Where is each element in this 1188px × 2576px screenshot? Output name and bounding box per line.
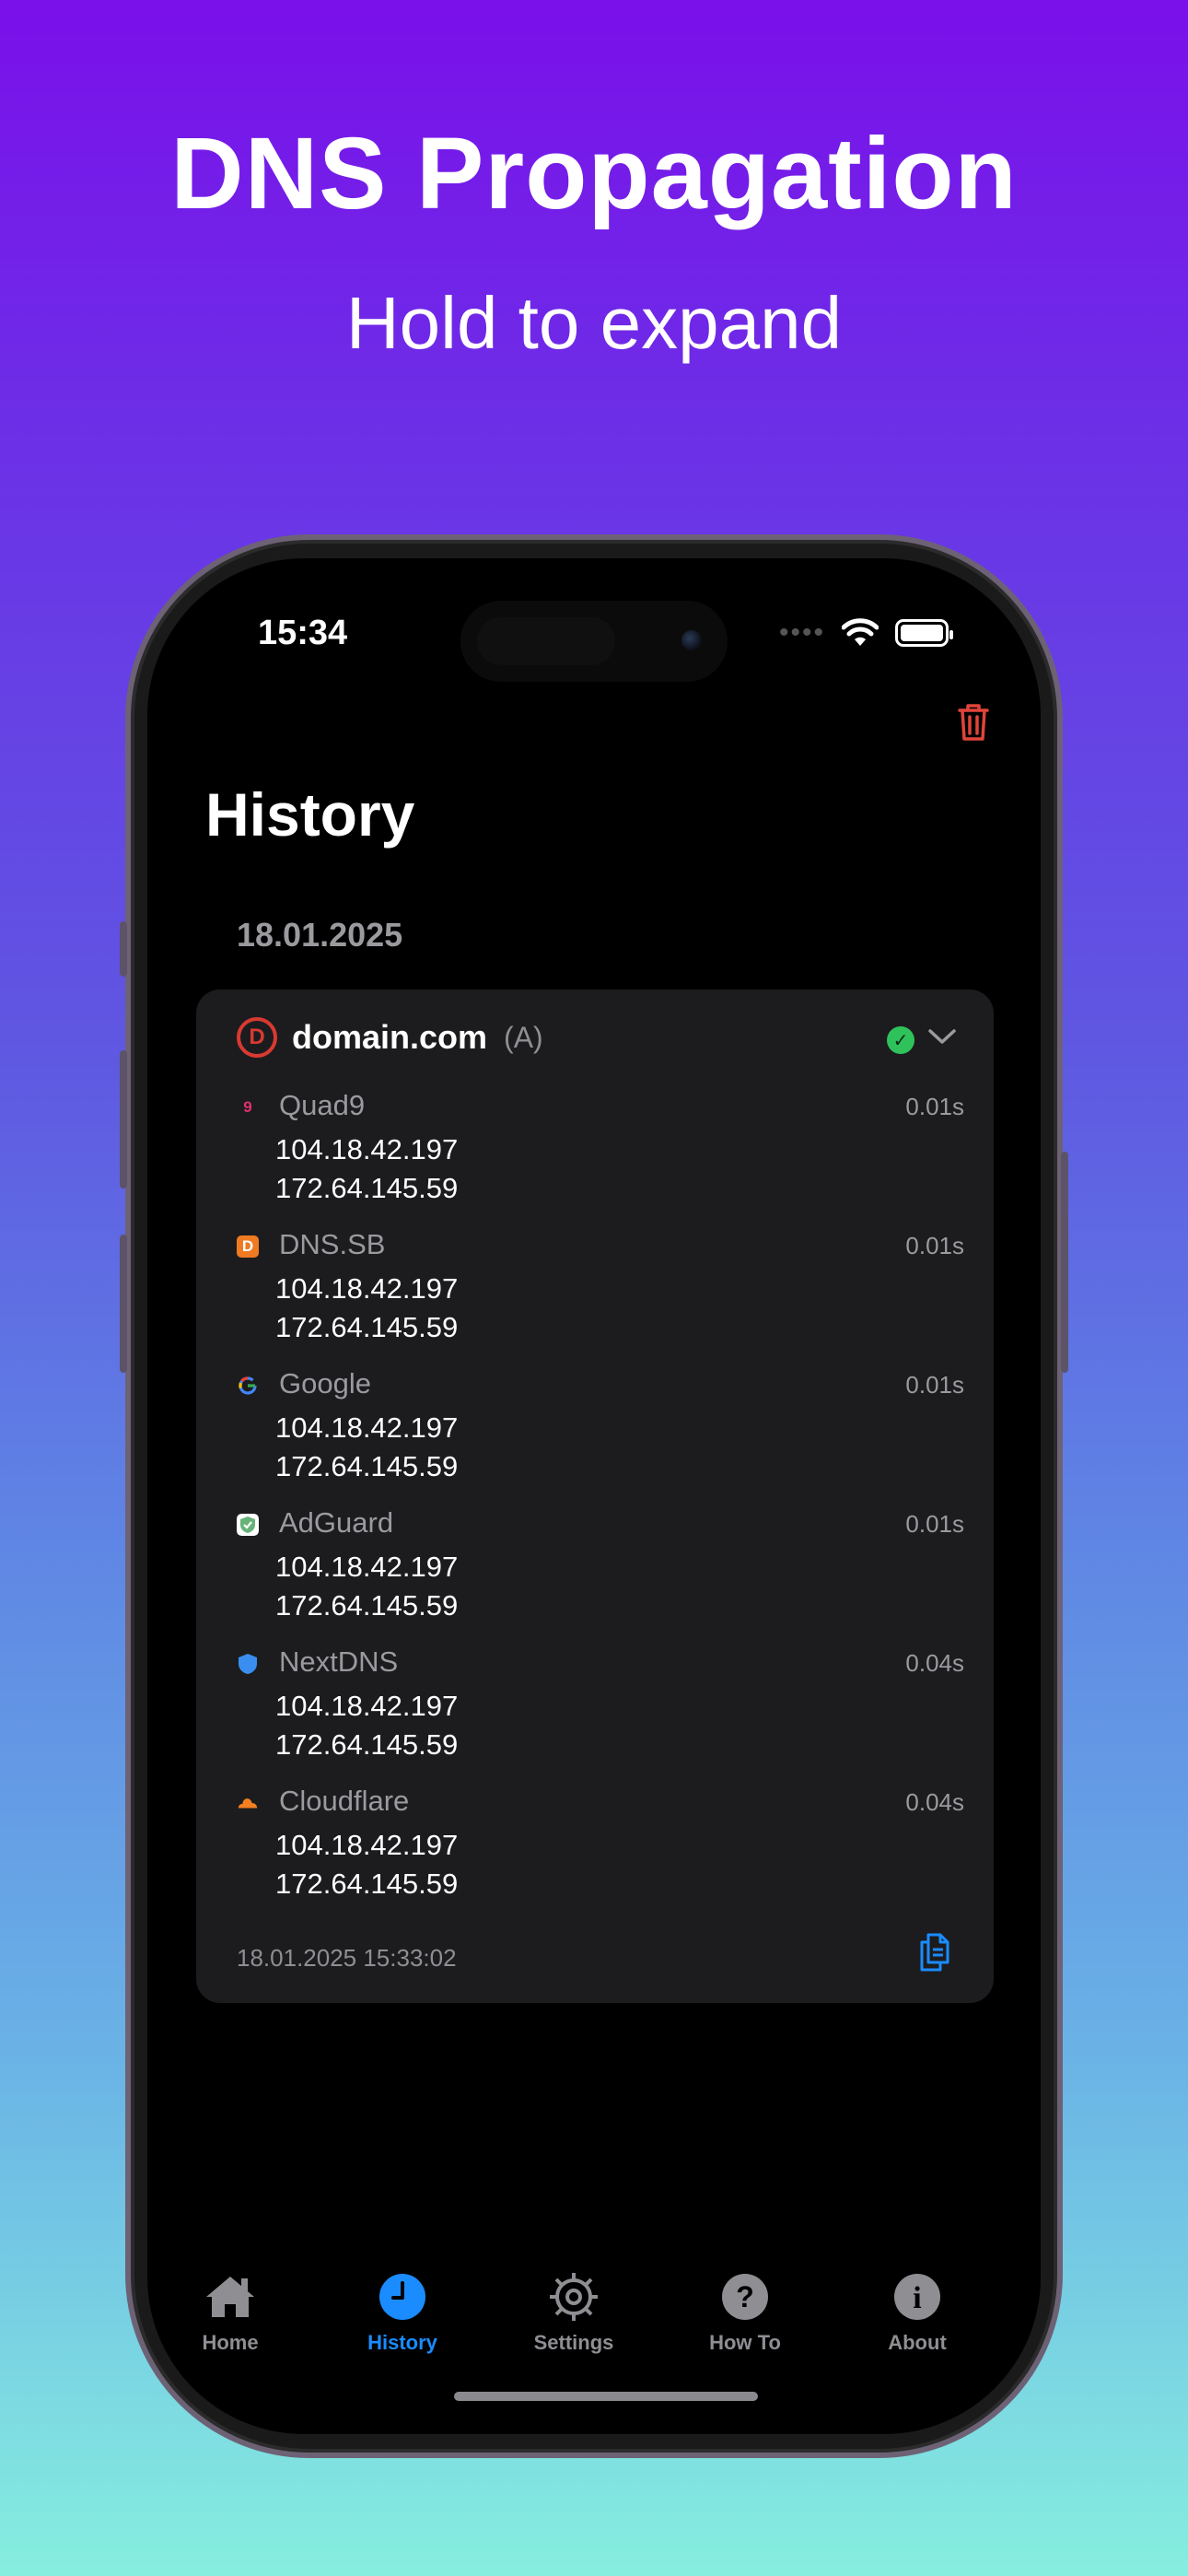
dnssb-icon: D xyxy=(237,1235,259,1258)
resolver-time: 0.01s xyxy=(905,1371,964,1399)
resolver-time: 0.01s xyxy=(905,1232,964,1259)
tab-bar: Home History Settings ? How To i About xyxy=(147,2270,1041,2381)
history-entry-card[interactable]: D domain.com (A) ✓ 9 Quad9 0.01s 104.18.… xyxy=(196,989,994,2003)
wifi-icon xyxy=(842,618,879,646)
tab-label: Settings xyxy=(533,2331,614,2354)
tab-label: History xyxy=(367,2331,437,2354)
ip-address: 172.64.145.59 xyxy=(275,1589,459,1622)
resolver-time: 0.04s xyxy=(905,1649,964,1677)
entry-timestamp: 18.01.2025 15:33:02 xyxy=(237,1944,457,1972)
tab-settings[interactable]: Settings xyxy=(514,2270,634,2355)
mute-switch xyxy=(120,921,127,977)
record-type: (A) xyxy=(504,1020,543,1054)
status-icons: •••• xyxy=(778,617,953,649)
tab-label: How To xyxy=(709,2331,781,2354)
ip-address: 104.18.42.197 xyxy=(275,1411,459,1444)
resolver-row-google: Google 0.01s 104.18.42.197 172.64.145.59 xyxy=(237,1365,964,1504)
ip-address: 104.18.42.197 xyxy=(275,1829,459,1861)
resolver-name: Cloudflare xyxy=(279,1785,410,1817)
tab-label: Home xyxy=(202,2331,259,2354)
svg-text:?: ? xyxy=(736,2280,754,2313)
phone-screen: 15:34 •••• History 18.01.2025 D domain.c… xyxy=(147,558,1041,2434)
tab-home[interactable]: Home xyxy=(170,2270,290,2355)
svg-text:i: i xyxy=(913,2281,921,2315)
trash-icon[interactable] xyxy=(957,702,990,743)
resolver-name: AdGuard xyxy=(279,1506,394,1539)
nextdns-icon xyxy=(239,1654,257,1674)
ip-address: 172.64.145.59 xyxy=(275,1868,459,1900)
ip-address: 172.64.145.59 xyxy=(275,1311,459,1343)
domain-logo-icon: D xyxy=(237,1017,277,1058)
battery-icon xyxy=(895,619,953,647)
date-section-header: 18.01.2025 xyxy=(237,916,403,954)
resolver-row-adguard: AdGuard 0.01s 104.18.42.197 172.64.145.5… xyxy=(237,1505,964,1643)
tab-label: About xyxy=(888,2331,947,2354)
resolver-row-cloudflare: Cloudflare 0.04s 104.18.42.197 172.64.14… xyxy=(237,1783,964,1921)
resolver-name: Google xyxy=(279,1367,371,1399)
resolver-row-quad9: 9 Quad9 0.01s 104.18.42.197 172.64.145.5… xyxy=(237,1087,964,1225)
chevron-down-icon[interactable] xyxy=(927,1026,957,1047)
promo-title: DNS Propagation xyxy=(170,117,1018,230)
ip-address: 104.18.42.197 xyxy=(275,1133,459,1165)
camera-icon xyxy=(681,630,702,650)
volume-down-button xyxy=(120,1235,127,1373)
ip-address: 104.18.42.197 xyxy=(275,1551,459,1583)
ip-address: 104.18.42.197 xyxy=(275,1690,459,1722)
ip-address: 172.64.145.59 xyxy=(275,1728,459,1761)
question-icon: ? xyxy=(722,2274,768,2320)
success-check-icon: ✓ xyxy=(887,1026,914,1054)
resolver-time: 0.01s xyxy=(905,1093,964,1120)
resolver-row-nextdns: NextDNS 0.04s 104.18.42.197 172.64.145.5… xyxy=(237,1644,964,1782)
cloudflare-icon xyxy=(238,1798,258,1809)
tab-how-to[interactable]: ? How To xyxy=(685,2270,805,2355)
ip-address: 104.18.42.197 xyxy=(275,1272,459,1305)
copy-icon[interactable] xyxy=(916,1931,953,1973)
power-button xyxy=(1061,1152,1068,1373)
resolver-time: 0.04s xyxy=(905,1788,964,1816)
ip-address: 172.64.145.59 xyxy=(275,1172,459,1204)
promo-subtitle: Hold to expand xyxy=(345,282,843,364)
tab-about[interactable]: i About xyxy=(857,2270,977,2355)
clock-icon xyxy=(379,2274,425,2320)
adguard-icon xyxy=(237,1514,259,1536)
page-title: History xyxy=(205,780,415,849)
domain-name: domain.com xyxy=(292,1018,488,1056)
resolver-name: NextDNS xyxy=(279,1645,399,1678)
house-icon xyxy=(206,2277,254,2317)
resolver-time: 0.01s xyxy=(905,1510,964,1538)
resolver-name: Quad9 xyxy=(279,1089,366,1121)
ip-address: 172.64.145.59 xyxy=(275,1450,459,1482)
google-icon xyxy=(239,1376,257,1395)
status-time: 15:34 xyxy=(258,614,348,652)
cellular-signal-icon: •••• xyxy=(778,617,825,648)
resolver-row-dnssb: D DNS.SB 0.01s 104.18.42.197 172.64.145.… xyxy=(237,1226,964,1364)
gear-icon xyxy=(550,2273,598,2321)
tab-history[interactable]: History xyxy=(343,2270,462,2355)
volume-up-button xyxy=(120,1050,127,1188)
resolver-name: DNS.SB xyxy=(279,1228,386,1260)
dynamic-island xyxy=(460,601,728,682)
home-indicator[interactable] xyxy=(454,2392,758,2401)
info-icon: i xyxy=(894,2274,940,2320)
quad9-icon: 9 xyxy=(243,1098,252,1116)
